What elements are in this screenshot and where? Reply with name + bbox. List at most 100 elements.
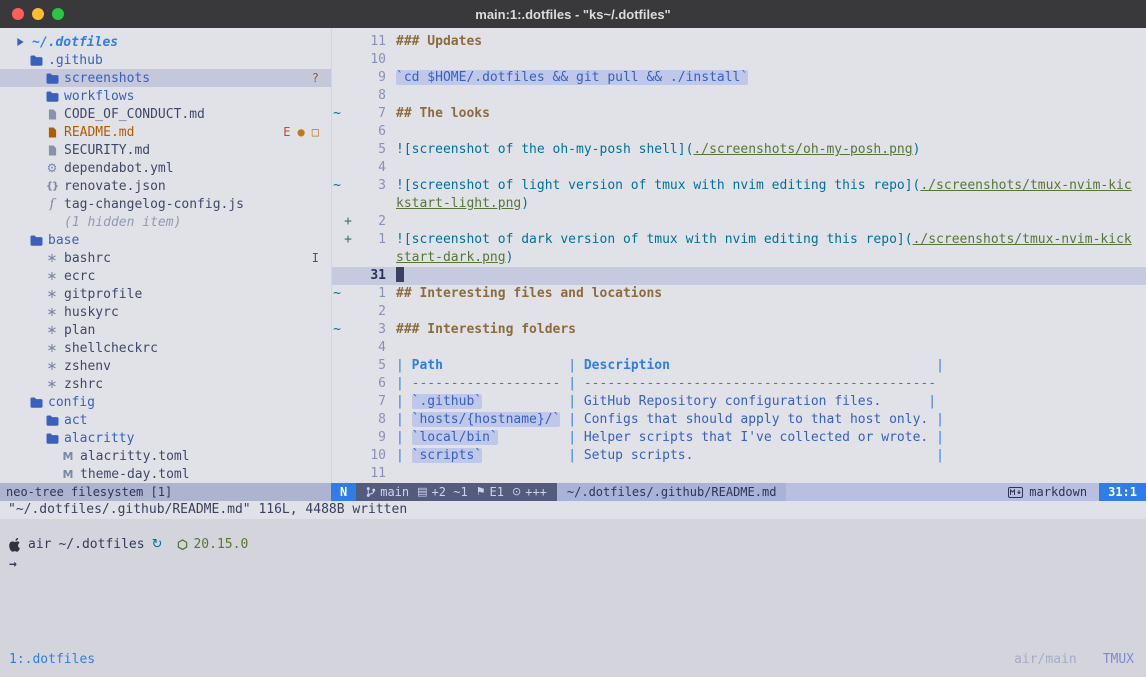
tree-item-theme-day-toml[interactable]: Mtheme-day.toml (0, 465, 331, 483)
file-icon (44, 109, 60, 120)
editor-line[interactable]: 8| `hosts/{hostname}/` | Configs that sh… (332, 411, 1146, 429)
editor-line[interactable]: 6 (332, 123, 1146, 141)
tree-item-code-of-conduct-md[interactable]: CODE_OF_CONDUCT.md (0, 105, 331, 123)
tree-item-plan[interactable]: ∗plan (0, 321, 331, 339)
lsp-text: +++ (525, 483, 547, 501)
prompt-cwd: ~/.dotfiles (58, 537, 144, 552)
line-number: 10 (354, 51, 386, 69)
minimize-button[interactable] (32, 8, 44, 20)
filetype-label: markdown (1029, 483, 1087, 501)
line-text (386, 339, 1146, 357)
tree-item-label: tag-changelog-config.js (64, 197, 244, 212)
folder-icon (28, 55, 44, 66)
editor-line[interactable]: 4 (332, 159, 1146, 177)
app-window: main:1:.dotfiles - "ks~/.dotfiles" ~/.do… (0, 0, 1146, 677)
editor-line[interactable]: ~3![screenshot of light version of tmux … (332, 177, 1146, 195)
tree-item-zshrc[interactable]: ∗zshrc (0, 375, 331, 393)
line-number: 6 (354, 123, 386, 141)
editor-line[interactable]: 5| Path | Description | (332, 357, 1146, 375)
tree-item-label: renovate.json (64, 179, 166, 194)
window-title: main:1:.dotfiles - "ks~/.dotfiles" (0, 7, 1146, 22)
editor-line[interactable]: 2 (332, 303, 1146, 321)
file-icon (44, 145, 60, 156)
tree-item-github[interactable]: .github (0, 51, 331, 69)
tree-item-dependabot-yml[interactable]: ⚙dependabot.yml (0, 159, 331, 177)
editor-line[interactable]: ~7## The looks (332, 105, 1146, 123)
mode-indicator: N (331, 483, 356, 501)
diagnostic-error-badge: E (283, 125, 290, 139)
shell-file-icon: ∗ (44, 287, 60, 302)
tree-item-dotfiles[interactable]: ~/.dotfiles (0, 33, 331, 51)
git-segment: main ▤ +2 ~1 ⚑ E1 ⊙ +++ (356, 483, 557, 501)
node-version: 20.15.0 (193, 537, 248, 552)
editor-line[interactable]: 11 (332, 465, 1146, 483)
shell-pane[interactable]: air ~/.dotfiles ↻ 20.15.0 → (0, 519, 1146, 572)
editor-line[interactable]: 31 (332, 267, 1146, 285)
tree-item-label: config (48, 395, 95, 410)
fold-marker (332, 87, 342, 105)
tree-item-workflows[interactable]: workflows (0, 87, 331, 105)
editor-line[interactable]: 8 (332, 87, 1146, 105)
tree-item-zshenv[interactable]: ∗zshenv (0, 357, 331, 375)
folder-icon (44, 415, 60, 426)
line-text: ### Updates (386, 33, 1146, 51)
tree-item-act[interactable]: act (0, 411, 331, 429)
editor-line[interactable]: 10| `scripts` | Setup scripts. | (332, 447, 1146, 465)
close-button[interactable] (12, 8, 24, 20)
line-text: ### Interesting folders (386, 321, 1146, 339)
file-icon (44, 127, 60, 138)
tree-item-huskyrc[interactable]: ∗huskyrc (0, 303, 331, 321)
fold-marker (332, 123, 342, 141)
zoom-button[interactable] (52, 8, 64, 20)
tree-item-shellcheckrc[interactable]: ∗shellcheckrc (0, 339, 331, 357)
tree-item-label: plan (64, 323, 95, 338)
line-number: 11 (354, 33, 386, 51)
tree-item-ecrc[interactable]: ∗ecrc (0, 267, 331, 285)
editor-line[interactable]: 7| `.github` | GitHub Repository configu… (332, 393, 1146, 411)
tree-item-tag-changelog-config-js[interactable]: ſtag-changelog-config.js (0, 195, 331, 213)
editor-line[interactable]: 6| ------------------- | ---------------… (332, 375, 1146, 393)
editor-line[interactable]: +1![screenshot of dark version of tmux w… (332, 231, 1146, 249)
tree-item-alacritty-toml[interactable]: Malacritty.toml (0, 447, 331, 465)
tree-item-readme-md[interactable]: README.mdE●□ (0, 123, 331, 141)
tree-item-label: screenshots (64, 71, 150, 86)
git-sign (342, 285, 354, 303)
line-number: 31 (354, 267, 386, 285)
tree-item-renovate-json[interactable]: {}renovate.json (0, 177, 331, 195)
editor-line[interactable]: 9`cd $HOME/.dotfiles && git pull && ./in… (332, 69, 1146, 87)
editor-line[interactable]: start-dark.png) (332, 249, 1146, 267)
line-number (354, 249, 386, 267)
line-text: ## The looks (386, 105, 1146, 123)
editor-line[interactable]: kstart-light.png) (332, 195, 1146, 213)
editor-line[interactable]: ~3### Interesting folders (332, 321, 1146, 339)
editor-line[interactable]: 9| `local/bin` | Helper scripts that I'v… (332, 429, 1146, 447)
fold-marker (332, 195, 342, 213)
git-sign (342, 159, 354, 177)
line-text: | `hosts/{hostname}/` | Configs that sho… (386, 411, 1146, 429)
window-controls (12, 8, 64, 20)
editor-pane[interactable]: 11### Updates109`cd $HOME/.dotfiles && g… (331, 28, 1146, 483)
tree-item-alacritty[interactable]: alacritty (0, 429, 331, 447)
editor-line[interactable]: ~1## Interesting files and locations (332, 285, 1146, 303)
tree-item-bashrc[interactable]: ∗bashrcI (0, 249, 331, 267)
tree-item-gitprofile[interactable]: ∗gitprofile (0, 285, 331, 303)
git-sign (342, 249, 354, 267)
git-sign (342, 375, 354, 393)
git-sign (342, 321, 354, 339)
editor-line[interactable]: 5![screenshot of the oh-my-posh shell](.… (332, 141, 1146, 159)
node-hexagon-icon (177, 539, 188, 551)
git-sign (342, 393, 354, 411)
editor-line[interactable]: 10 (332, 51, 1146, 69)
editor-line[interactable]: 11### Updates (332, 33, 1146, 51)
tree-item-config[interactable]: config (0, 393, 331, 411)
tree-item-security-md[interactable]: SECURITY.md (0, 141, 331, 159)
tree-item-1-hidden-item[interactable]: (1 hidden item) (0, 213, 331, 231)
tree-item-screenshots[interactable]: screenshots? (0, 69, 331, 87)
git-sign (342, 87, 354, 105)
tree-item-base[interactable]: base (0, 231, 331, 249)
editor-line[interactable]: +2 (332, 213, 1146, 231)
prompt-arrow[interactable]: → (9, 557, 1136, 572)
tmux-window-name[interactable]: 1:.dotfiles (9, 652, 95, 677)
git-sign: + (342, 231, 354, 249)
editor-line[interactable]: 4 (332, 339, 1146, 357)
